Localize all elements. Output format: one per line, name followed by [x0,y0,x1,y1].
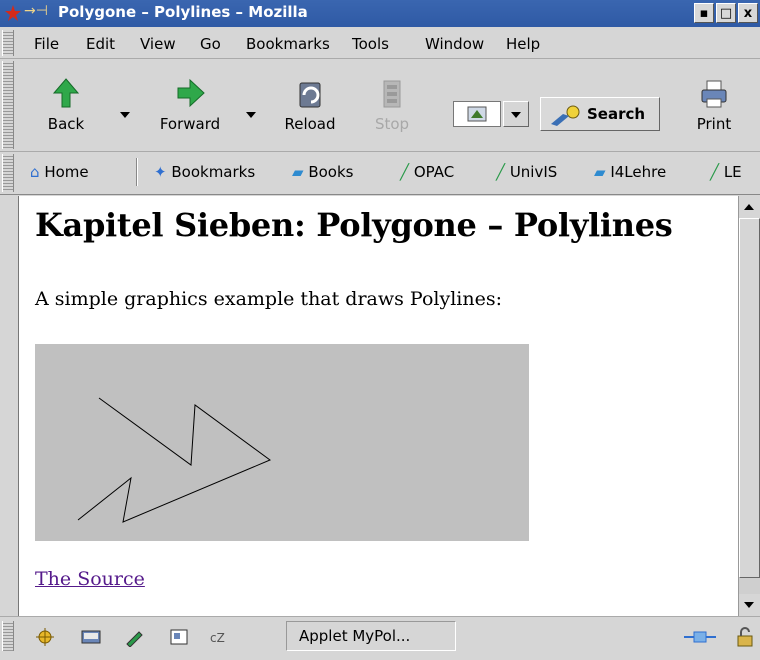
toolbar-separator [136,158,138,186]
mail-icon[interactable] [80,627,102,647]
bookmark-books-label: Books [308,163,354,181]
back-arrow-icon [52,78,80,108]
security-lock-icon[interactable] [734,627,756,647]
folder-icon: ▰ [292,163,304,181]
personal-toolbar-grip[interactable] [2,154,14,192]
back-history-dropdown[interactable] [120,112,130,118]
browser-window: →⊣ Polygone – Polylines – Mozilla ▪ □ x … [0,0,760,660]
url-history-dropdown[interactable] [503,101,529,127]
print-label: Print [696,115,732,133]
personal-toolbar: ⌂ Home ✦ Bookmarks ▰ Books ╱ OPAC ╱ Univ… [0,152,760,195]
link-icon: ╱ [710,163,720,181]
stop-button[interactable]: Stop [372,77,412,133]
search-button[interactable]: Search [540,97,660,131]
search-label: Search [587,105,646,123]
menubar-grip[interactable] [2,30,14,56]
navbar-grip[interactable] [2,61,14,149]
menu-help[interactable]: Help [506,35,540,53]
bookmark-bookmarks-label: Bookmarks [171,163,256,181]
scroll-down-button[interactable] [739,594,760,616]
bookmark-univis-label: UnivIS [509,163,558,181]
window-controls: ▪ □ x [694,3,758,23]
source-link[interactable]: The Source [35,568,145,590]
page-content: Kapitel Sieben: Polygone – Polylines A s… [18,196,739,616]
maximize-button[interactable]: □ [716,3,736,23]
statusbar-grip[interactable] [2,621,14,651]
back-button[interactable]: Back [36,77,96,133]
menu-go[interactable]: Go [200,35,221,53]
bookmark-le[interactable]: ╱ LE [710,163,742,181]
status-text: Applet MyPol... [286,621,456,651]
mozilla-star-icon [5,5,21,21]
bookmark-opac-label: OPAC [413,163,455,181]
arrow-down-icon [744,602,754,608]
bookmark-opac[interactable]: ╱ OPAC [400,163,454,181]
bookmark-i4lehre[interactable]: ▰ I4Lehre [594,163,666,181]
window-menu-arrow-icon: →⊣ [24,3,48,19]
title-bar[interactable]: →⊣ Polygone – Polylines – Mozilla ▪ □ x [0,0,760,27]
minimize-button[interactable]: ▪ [694,3,714,23]
page-heading: Kapitel Sieben: Polygone – Polylines [35,206,673,244]
forward-arrow-icon [177,78,205,108]
menu-edit[interactable]: Edit [86,35,115,53]
address-book-icon[interactable] [168,627,190,647]
navigation-toolbar: Back Forward Reload Stop Search Print [0,59,760,152]
scroll-thumb[interactable] [739,218,760,578]
composer-icon[interactable] [124,627,146,647]
vertical-scrollbar[interactable] [738,196,760,616]
bookmark-home-label: Home [44,163,89,181]
link-icon: ╱ [400,163,410,181]
reload-label: Reload [284,115,336,133]
svg-text:cZ: cZ [210,631,225,645]
chevron-down-icon [511,112,521,118]
menu-tools[interactable]: Tools [352,35,389,53]
forward-button[interactable]: Forward [150,77,230,133]
bookmark-i4lehre-label: I4Lehre [610,163,667,181]
back-label: Back [47,115,85,133]
print-button[interactable]: Print [690,77,738,133]
reload-button[interactable]: Reload [272,77,348,133]
url-bar[interactable] [451,99,531,129]
stop-label: Stop [374,115,410,133]
arrow-up-icon [744,204,754,210]
online-connection-icon[interactable] [682,627,718,647]
folder-icon: ▰ [594,163,606,181]
bookmark-home[interactable]: ⌂ Home [30,163,89,181]
forward-label: Forward [159,115,221,133]
status-bar: cZ Applet MyPol... [0,616,760,660]
printer-icon [701,80,727,108]
polyline-applet[interactable] [35,344,529,541]
close-button[interactable]: x [738,3,758,23]
menu-file[interactable]: File [34,35,59,53]
scroll-up-button[interactable] [739,196,760,218]
intro-text: A simple graphics example that draws Pol… [35,288,502,310]
reload-icon [299,82,321,108]
menu-window[interactable]: Window [425,35,484,53]
home-icon: ⌂ [30,163,40,181]
polyline-drawing [77,397,272,523]
bookmarks-icon: ✦ [154,163,167,181]
bookmark-univis[interactable]: ╱ UnivIS [496,163,557,181]
window-title: Polygone – Polylines – Mozilla [58,3,308,21]
menu-bar: File Edit View Go Bookmarks Tools Window… [0,28,760,59]
bookmark-books[interactable]: ▰ Books [292,163,353,181]
page-proxy-icon [467,106,487,122]
stop-icon [383,80,401,108]
forward-history-dropdown[interactable] [246,112,256,118]
polyline-shape [77,397,272,523]
navigator-icon[interactable] [34,627,56,647]
menu-view[interactable]: View [140,35,176,53]
link-icon: ╱ [496,163,506,181]
chatzilla-icon[interactable]: cZ [208,627,230,647]
search-magnifier-icon [551,105,580,126]
url-field[interactable] [453,101,501,127]
bookmark-le-label: LE [723,163,742,181]
bookmark-bookmarks[interactable]: ✦ Bookmarks [154,163,255,181]
menu-bookmarks[interactable]: Bookmarks [246,35,330,53]
